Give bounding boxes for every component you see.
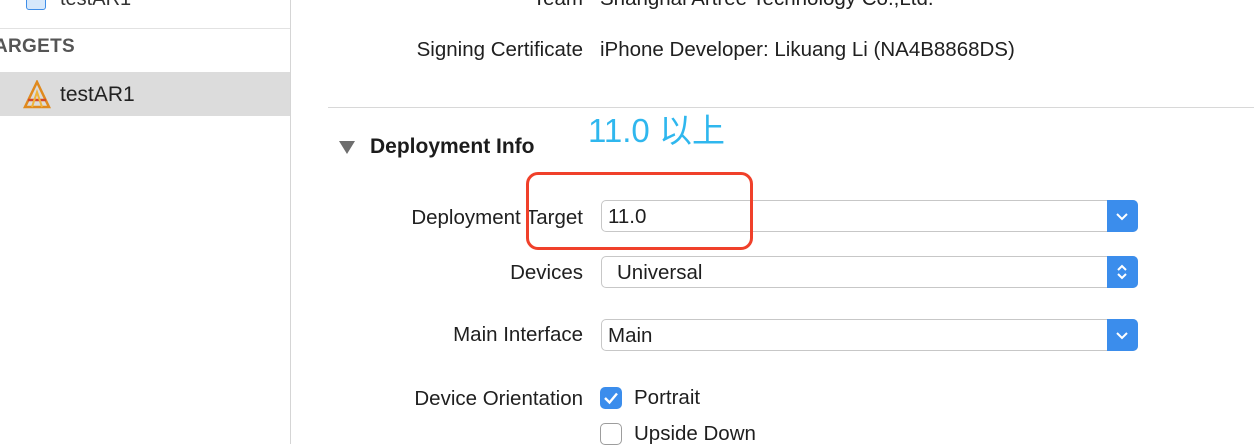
devices-popup[interactable]: Universal [601,256,1138,288]
upside-down-label[interactable]: Upside Down [634,422,756,446]
sidebar-item-project[interactable]: testAR1 [0,0,290,14]
sidebar-divider [0,28,290,29]
devices-label: Devices [510,261,583,284]
chevron-down-icon[interactable] [1107,200,1138,232]
team-value: Shanghai Artree Technology Co.,Ltd. [600,0,934,11]
version-annotation: 11.0 以上 [588,112,725,149]
checkmark-icon [604,392,618,405]
main-interface-label: Main Interface [453,323,583,346]
disclosure-triangle-icon[interactable] [339,141,355,154]
upside-down-checkbox[interactable] [600,423,622,445]
signing-certificate-value: iPhone Developer: Likuang Li (NA4B8868DS… [600,38,1015,61]
portrait-label[interactable]: Portrait [634,386,700,410]
chevron-down-icon[interactable] [1107,319,1138,351]
project-navigator: testAR1 ARGETS testAR1 [0,0,291,444]
main-interface-value[interactable]: Main [608,324,652,348]
devices-value: Universal [617,261,703,284]
annotation-highlight-box [526,172,753,250]
sidebar-item-target[interactable]: testAR1 [0,72,290,116]
portrait-checkbox[interactable] [600,387,622,409]
team-label: Team [533,0,583,11]
section-divider [328,107,1254,108]
device-orientation-label: Device Orientation [414,387,583,410]
target-settings-pane: Team Shanghai Artree Technology Co.,Ltd.… [291,0,1254,446]
updown-arrows-icon[interactable] [1107,256,1138,288]
project-icon [26,0,46,10]
targets-section-header: ARGETS [0,36,75,57]
main-interface-combobox[interactable]: Main [601,319,1138,351]
signing-certificate-label: Signing Certificate [416,38,583,61]
sidebar-item-label: testAR1 [60,83,135,106]
deployment-info-title: Deployment Info [370,135,535,158]
app-target-icon [22,79,52,110]
sidebar-item-label: testAR1 [60,0,131,11]
